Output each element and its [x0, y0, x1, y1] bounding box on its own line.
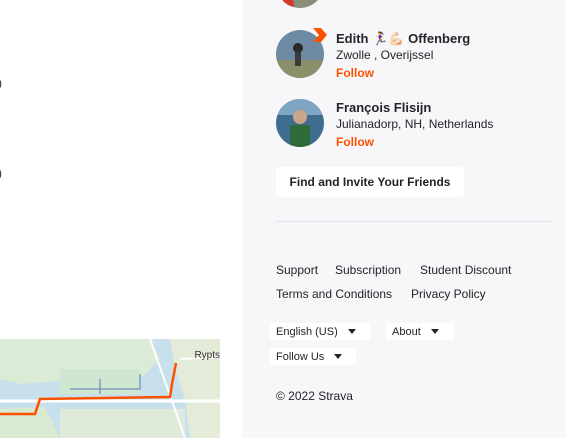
follow-us-select-value: Follow Us: [276, 350, 325, 363]
follow-button[interactable]: Follow: [336, 135, 374, 149]
footer-link-terms[interactable]: Terms and Conditions: [276, 287, 392, 301]
map-place-label: Rypts: [194, 350, 220, 361]
follow-us-select[interactable]: Follow Us: [270, 348, 356, 365]
chevron-down-icon: [334, 354, 343, 359]
copyright: © 2022 Strava: [276, 389, 353, 403]
footer-link-support[interactable]: Support: [276, 263, 318, 277]
follow-button[interactable]: Follow: [336, 66, 374, 80]
activity-map[interactable]: Rypts: [0, 339, 220, 438]
subscriber-badge-icon: [313, 28, 327, 42]
chevron-down-icon: [430, 329, 439, 334]
about-select-value: About: [392, 325, 421, 338]
athlete-location: Zwolle , Overijssel: [336, 48, 434, 62]
language-select-value: English (US): [276, 325, 338, 338]
truncated-text: ): [0, 166, 2, 180]
chevron-down-icon: [347, 329, 356, 334]
avatar[interactable]: [276, 99, 324, 147]
truncated-text: ): [0, 76, 2, 90]
athlete-name[interactable]: François Flisijn: [336, 100, 431, 115]
about-select[interactable]: About: [386, 323, 454, 340]
main-content-clipped: ) ) Rypts: [0, 0, 242, 438]
athlete-name[interactable]: Edith 🏃‍♀️💪🏻 Offenberg: [336, 31, 470, 47]
sidebar: Edith 🏃‍♀️💪🏻 Offenberg Zwolle , Overijss…: [242, 0, 566, 438]
divider: [276, 221, 552, 222]
language-select[interactable]: English (US): [270, 323, 370, 340]
footer-link-privacy[interactable]: Privacy Policy: [411, 287, 486, 301]
footer-link-subscription[interactable]: Subscription: [335, 263, 401, 277]
footer-link-student-discount[interactable]: Student Discount: [420, 263, 511, 277]
map-graphic: [0, 339, 220, 438]
avatar[interactable]: [276, 0, 324, 8]
find-invite-friends-button[interactable]: Find and Invite Your Friends: [276, 167, 464, 197]
athlete-location: Julianadorp, NH, Netherlands: [336, 117, 494, 131]
